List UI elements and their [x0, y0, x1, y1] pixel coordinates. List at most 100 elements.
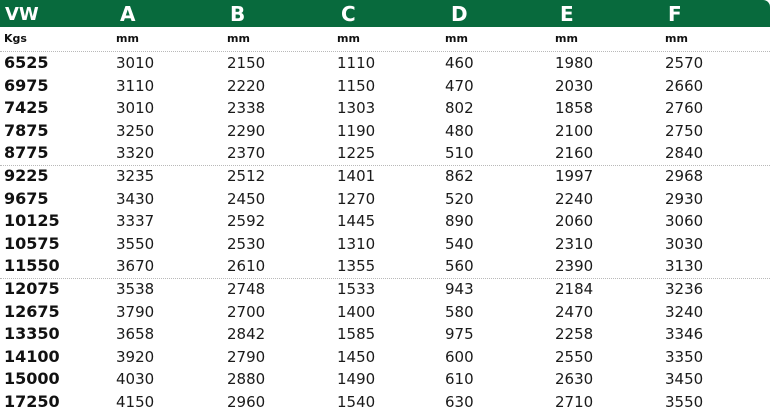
cell-c: 1190 [337, 121, 376, 140]
cell-vw: 15000 [4, 369, 60, 389]
table-row: 13350 3658 2842 1585 975 2258 3346 [0, 323, 770, 346]
unit-a: mm [116, 32, 139, 45]
cell-vw: 10575 [4, 233, 60, 253]
cell-a: 3235 [116, 167, 155, 185]
cell-b: 2700 [227, 302, 266, 321]
cell-vw: 12075 [4, 279, 60, 298]
table-row: 12675 3790 2700 1400 580 2470 3240 [0, 301, 770, 324]
cell-a: 3670 [116, 257, 155, 276]
table-row: 9225 3235 2512 1401 862 1997 2968 [0, 165, 770, 188]
cell-d: 943 [445, 280, 474, 298]
unit-d: mm [445, 32, 468, 45]
cell-vw: 11550 [4, 256, 60, 276]
cell-e: 1980 [555, 54, 594, 72]
cell-e: 2550 [555, 347, 594, 366]
cell-b: 2530 [227, 234, 266, 253]
cell-d: 975 [445, 325, 474, 344]
cell-vw: 13350 [4, 324, 60, 344]
cell-f: 2840 [665, 144, 704, 163]
cell-b: 2842 [227, 325, 266, 344]
cell-e: 2160 [555, 144, 594, 163]
cell-f: 3240 [665, 302, 704, 321]
table-row: 9675 3430 2450 1270 520 2240 2930 [0, 188, 770, 211]
cell-vw: 10125 [4, 211, 60, 231]
cell-d: 540 [445, 234, 474, 253]
cell-a: 3320 [116, 144, 155, 163]
cell-a: 3920 [116, 347, 155, 366]
cell-f: 2570 [665, 54, 704, 72]
cell-d: 610 [445, 370, 474, 389]
header-e: E [560, 2, 574, 26]
cell-d: 580 [445, 302, 474, 321]
table-row: 15000 4030 2880 1490 610 2630 3450 [0, 368, 770, 391]
cell-b: 2512 [227, 167, 266, 185]
cell-b: 2220 [227, 76, 266, 95]
cell-f: 3030 [665, 234, 704, 253]
unit-c: mm [337, 32, 360, 45]
cell-d: 480 [445, 121, 474, 140]
cell-f: 3130 [665, 257, 704, 276]
cell-f: 2750 [665, 121, 704, 140]
unit-f: mm [665, 32, 688, 45]
cell-d: 560 [445, 257, 474, 276]
cell-b: 2338 [227, 99, 266, 118]
cell-c: 1225 [337, 144, 376, 163]
cell-vw: 9675 [4, 188, 49, 208]
cell-a: 4030 [116, 370, 155, 389]
cell-b: 2290 [227, 121, 266, 140]
cell-f: 3346 [665, 325, 704, 344]
cell-d: 460 [445, 54, 474, 72]
table-row: 8775 3320 2370 1225 510 2160 2840 [0, 142, 770, 166]
cell-a: 3110 [116, 76, 155, 95]
cell-e: 2100 [555, 121, 594, 140]
cell-c: 1585 [337, 325, 376, 344]
cell-f: 3236 [665, 280, 704, 298]
cell-vw: 6975 [4, 75, 49, 95]
header-b: B [230, 2, 246, 26]
cell-c: 1400 [337, 302, 376, 321]
table-row: 10575 3550 2530 1310 540 2310 3030 [0, 233, 770, 256]
cell-c: 1355 [337, 257, 376, 276]
header-vw: VW [5, 4, 39, 25]
cell-d: 470 [445, 76, 474, 95]
cell-c: 1540 [337, 393, 376, 411]
cell-d: 520 [445, 189, 474, 208]
cell-a: 3790 [116, 302, 155, 321]
cell-vw: 7875 [4, 120, 49, 140]
table-row: 6525 3010 2150 1110 460 1980 2570 [0, 52, 770, 75]
cell-vw: 14100 [4, 346, 60, 366]
cell-f: 2930 [665, 189, 704, 208]
cell-f: 3550 [665, 393, 704, 411]
cell-c: 1110 [337, 54, 376, 72]
cell-f: 3060 [665, 212, 704, 231]
cell-b: 2790 [227, 347, 266, 366]
header-c: C [341, 2, 356, 26]
unit-b: mm [227, 32, 250, 45]
cell-c: 1533 [337, 280, 376, 298]
cell-e: 1997 [555, 167, 594, 185]
cell-b: 2370 [227, 144, 266, 163]
cell-d: 510 [445, 144, 474, 163]
cell-b: 2880 [227, 370, 266, 389]
cell-vw: 8775 [4, 143, 49, 163]
cell-a: 3538 [116, 280, 155, 298]
cell-b: 2592 [227, 212, 266, 231]
cell-f: 2660 [665, 76, 704, 95]
header-d: D [451, 2, 468, 26]
cell-e: 2240 [555, 189, 594, 208]
cell-d: 802 [445, 99, 474, 118]
cell-f: 2968 [665, 167, 704, 185]
header-f: F [668, 2, 682, 26]
cell-c: 1401 [337, 167, 376, 185]
cell-c: 1150 [337, 76, 376, 95]
table-row: 6975 3110 2220 1150 470 2030 2660 [0, 75, 770, 98]
cell-e: 1858 [555, 99, 594, 118]
cell-d: 630 [445, 393, 474, 411]
cell-e: 2258 [555, 325, 594, 344]
cell-b: 2610 [227, 257, 266, 276]
cell-a: 4150 [116, 393, 155, 411]
cell-e: 2630 [555, 370, 594, 389]
table-row: 11550 3670 2610 1355 560 2390 3130 [0, 255, 770, 279]
table-row: 12075 3538 2748 1533 943 2184 3236 [0, 278, 770, 301]
cell-a: 3337 [116, 212, 155, 231]
